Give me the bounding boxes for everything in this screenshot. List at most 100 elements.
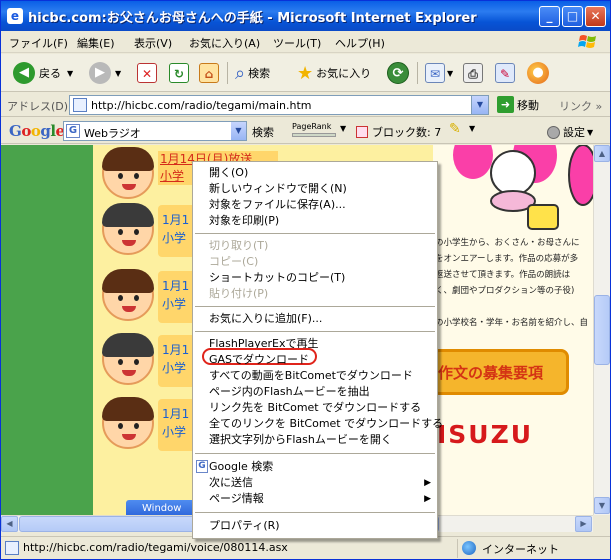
address-url[interactable]: http://hicbc.com/radio/tegami/main.htm bbox=[91, 99, 312, 112]
edit-button[interactable]: ✎ bbox=[495, 61, 515, 85]
ie-icon: e bbox=[7, 8, 23, 24]
scroll-right-arrow-icon[interactable]: ▶ bbox=[575, 516, 592, 532]
pagerank-bar bbox=[292, 133, 336, 137]
mail-button[interactable]: ✉ ▼ bbox=[425, 61, 453, 85]
banner-text: 作文の募集要項 bbox=[438, 364, 544, 382]
stop-button[interactable]: ✕ bbox=[137, 61, 157, 85]
highlighter-icon[interactable]: ✎ bbox=[449, 121, 461, 137]
pagerank-widget[interactable]: PageRank bbox=[290, 122, 340, 140]
girl-avatar bbox=[102, 269, 154, 321]
ctx-open[interactable]: 開く(O) bbox=[193, 165, 437, 181]
menu-help[interactable]: ヘルプ(H) bbox=[335, 35, 385, 51]
page-icon bbox=[73, 98, 87, 112]
menu-view[interactable]: 表示(V) bbox=[134, 35, 172, 51]
ctx-cut: 切り取り(T) bbox=[209, 239, 269, 252]
minimize-button[interactable]: _ bbox=[539, 6, 560, 27]
favorites-button[interactable]: ★ お気に入り bbox=[297, 61, 371, 85]
mascot-illustration bbox=[453, 145, 593, 230]
ctx-bitcomet-all-videos[interactable]: すべての動画をBitCometでダウンロード bbox=[193, 368, 437, 384]
ctx-copy-shortcut[interactable]: ショートカットのコピー(T) bbox=[193, 270, 437, 286]
ctx-google-search-label: Google 検索 bbox=[209, 460, 274, 473]
ctx-open-flash-selection[interactable]: 選択文字列からFlashムービーを開く bbox=[193, 432, 437, 448]
ctx-properties[interactable]: プロパティ(R) bbox=[193, 518, 437, 534]
intro-text: く、劇団やプロダクション等の子役) bbox=[435, 286, 575, 296]
vertical-scroll-thumb[interactable] bbox=[594, 295, 610, 365]
scroll-left-arrow-icon[interactable]: ◀ bbox=[1, 516, 18, 532]
search-button[interactable]: ⌕ 検索 bbox=[235, 61, 270, 85]
address-input[interactable]: http://hicbc.com/radio/tegami/main.htm ▼ bbox=[69, 95, 489, 115]
refresh-button[interactable]: ↻ bbox=[169, 61, 189, 85]
menu-edit[interactable]: 編集(E) bbox=[77, 35, 115, 51]
menu-separator bbox=[195, 331, 435, 332]
links-button[interactable]: リンク » bbox=[559, 98, 602, 114]
go-button[interactable]: ➜ 移動 bbox=[497, 96, 539, 113]
menu-separator bbox=[195, 453, 435, 454]
settings-label: 設定 bbox=[563, 126, 585, 139]
maximize-button[interactable]: □ bbox=[562, 6, 583, 27]
edit-page-icon: ✎ bbox=[495, 63, 515, 83]
scroll-up-arrow-icon[interactable]: ▲ bbox=[594, 145, 610, 162]
menu-favorites[interactable]: お気に入り(A) bbox=[189, 35, 260, 51]
ctx-send-to[interactable]: 次に送信 ▶ bbox=[193, 475, 437, 491]
menu-separator bbox=[195, 233, 435, 234]
back-dropdown-icon[interactable]: ▼ bbox=[67, 69, 73, 78]
google-search-value[interactable]: Webラジオ bbox=[84, 125, 141, 141]
popup-blocker-button[interactable]: ブロック数: 7 bbox=[356, 124, 441, 140]
search-label: 検索 bbox=[248, 67, 271, 80]
pagerank-dropdown-icon[interactable]: ▼ bbox=[340, 124, 346, 133]
ctx-paste: 貼り付け(P) bbox=[209, 287, 269, 300]
ctx-page-info[interactable]: ページ情報 ▶ bbox=[193, 491, 437, 507]
close-button[interactable]: ✕ bbox=[585, 6, 606, 27]
page-status-icon bbox=[5, 541, 19, 555]
entry-school: 小学 bbox=[162, 231, 187, 245]
google-logo[interactable]: Google bbox=[9, 122, 65, 140]
go-label: 移動 bbox=[517, 98, 539, 112]
google-search-input[interactable]: G Webラジオ ▼ bbox=[63, 121, 247, 141]
title-bar[interactable]: e hicbc.com:お父さんお母さんへの手紙 - Microsoft Int… bbox=[1, 1, 610, 31]
mail-dropdown-icon[interactable]: ▼ bbox=[447, 69, 453, 78]
settings-gear-icon bbox=[547, 125, 560, 139]
google-search-dropdown-icon[interactable]: ▼ bbox=[231, 122, 246, 140]
settings-button[interactable]: 設定 ▼ bbox=[547, 124, 593, 140]
refresh-icon: ↻ bbox=[169, 63, 189, 83]
address-dropdown-icon[interactable]: ▼ bbox=[471, 96, 488, 114]
context-menu: 開く(O) 新しいウィンドウで開く(N) 対象をファイルに保存(A)... 対象… bbox=[192, 161, 443, 539]
scroll-down-arrow-icon[interactable]: ▼ bbox=[594, 497, 610, 514]
ctx-bitcomet-link[interactable]: リンク先を BitComet でダウンロードする bbox=[193, 400, 437, 416]
status-bar: http://hicbc.com/radio/tegami/voice/0801… bbox=[1, 536, 610, 559]
essay-guidelines-banner[interactable]: 作文の募集要項 bbox=[431, 349, 569, 395]
ctx-send-to-label: 次に送信 bbox=[209, 476, 253, 489]
windows-button[interactable]: Window bbox=[126, 500, 196, 515]
home-button[interactable]: ⌂ bbox=[199, 61, 219, 85]
menu-file[interactable]: ファイル(F) bbox=[9, 35, 68, 51]
history-button[interactable]: ⟳ bbox=[387, 61, 413, 85]
entry-school: 小学 bbox=[162, 361, 187, 375]
ctx-extract-flash[interactable]: ページ内のFlashムービーを抽出 bbox=[193, 384, 437, 400]
google-toolbar: Google G Webラジオ ▼ 検索 PageRank ▼ ブロック数: 7… bbox=[1, 118, 610, 144]
ctx-gas-download[interactable]: GASでダウンロード bbox=[193, 352, 437, 368]
ctx-add-favorites[interactable]: お気に入りに追加(F)... bbox=[193, 311, 437, 327]
forward-dropdown-icon[interactable]: ▼ bbox=[115, 69, 121, 78]
girl-avatar bbox=[102, 147, 154, 199]
back-button[interactable]: ◀ 戻る ▼ bbox=[13, 61, 73, 85]
menu-tools[interactable]: ツール(T) bbox=[273, 35, 321, 51]
window-title: hicbc.com:お父さんお母さんへの手紙 - Microsoft Inter… bbox=[28, 11, 477, 26]
browser-window: e hicbc.com:お父さんお母さんへの手紙 - Microsoft Int… bbox=[0, 0, 611, 560]
vertical-scrollbar[interactable]: ▲ ▼ bbox=[593, 145, 610, 515]
highlighter-dropdown-icon[interactable]: ▼ bbox=[469, 124, 475, 133]
entry-school: 小学 bbox=[162, 425, 187, 439]
print-button[interactable]: ⎙ bbox=[463, 61, 483, 85]
ctx-open-new-window[interactable]: 新しいウィンドウで開く(N) bbox=[193, 181, 437, 197]
ctx-print-target[interactable]: 対象を印刷(P) bbox=[193, 213, 437, 229]
menu-separator bbox=[195, 306, 435, 307]
forward-button[interactable]: ▶ ▼ bbox=[89, 61, 121, 85]
google-search-button[interactable]: 検索 bbox=[252, 124, 274, 140]
entry-date: 1月1 bbox=[162, 279, 190, 293]
intro-text: をオンエアーします。作品の応募が多 bbox=[435, 254, 579, 264]
stop-icon: ✕ bbox=[137, 63, 157, 83]
messenger-button[interactable]: ● bbox=[527, 61, 553, 85]
ctx-bitcomet-all-links[interactable]: 全てのリンクを BitComet でダウンロードする bbox=[193, 416, 443, 432]
sponsor-logo[interactable]: ISUZU bbox=[437, 420, 533, 449]
ctx-google-search[interactable]: G Google 検索 bbox=[193, 459, 437, 475]
ctx-save-target[interactable]: 対象をファイルに保存(A)... bbox=[193, 197, 437, 213]
